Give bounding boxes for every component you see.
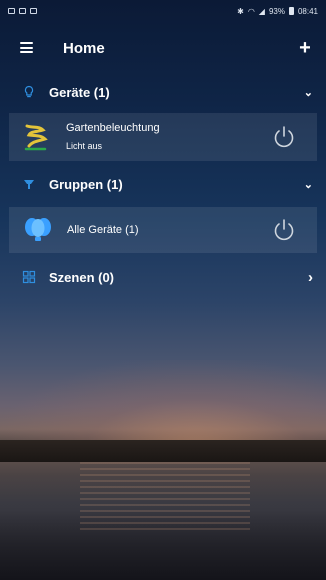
device-row[interactable]: Gartenbeleuchtung Licht aus bbox=[9, 113, 317, 161]
app-screen: ✱ ◠ ◢ 93% 08:41 Home + Geräte (1) ⌄ Gart… bbox=[0, 0, 326, 580]
battery-icon bbox=[288, 7, 294, 15]
power-icon[interactable] bbox=[271, 217, 297, 243]
app-bar: Home + bbox=[0, 30, 326, 68]
notification-icon bbox=[19, 8, 26, 14]
section-groups-header[interactable]: Gruppen (1) ⌄ bbox=[0, 169, 326, 199]
add-button[interactable]: + bbox=[292, 35, 318, 61]
garden-light-icon bbox=[24, 124, 48, 151]
bluetooth-icon: ✱ bbox=[237, 6, 244, 16]
device-name: Gartenbeleuchtung bbox=[66, 122, 160, 134]
wifi-icon: ◠ bbox=[247, 6, 255, 16]
section-groups-label: Gruppen (1) bbox=[49, 176, 123, 192]
bulbs-icon bbox=[25, 218, 51, 241]
grid-icon bbox=[22, 270, 36, 284]
group-row[interactable]: Alle Geräte (1) bbox=[9, 207, 317, 253]
status-bar-system: ✱ ◠ ◢ 93% 08:41 bbox=[237, 7, 318, 16]
chevron-down-icon[interactable]: ⌄ bbox=[304, 178, 313, 191]
chevron-down-icon[interactable]: ⌄ bbox=[304, 86, 313, 99]
section-scenes-label: Szenen (0) bbox=[49, 269, 115, 285]
power-icon[interactable] bbox=[271, 124, 297, 150]
notification-icon bbox=[8, 8, 15, 14]
menu-icon[interactable] bbox=[20, 42, 33, 53]
group-lights-icon bbox=[24, 180, 34, 189]
section-scenes-header[interactable]: Szenen (0) › bbox=[0, 262, 326, 292]
sunset-glow bbox=[0, 360, 326, 450]
group-name: Alle Geräte (1) bbox=[67, 224, 139, 236]
chevron-right-icon[interactable]: › bbox=[308, 269, 313, 286]
section-devices-header[interactable]: Geräte (1) ⌄ bbox=[0, 77, 326, 107]
device-status: Licht aus bbox=[66, 141, 103, 151]
shoreline bbox=[0, 440, 326, 462]
status-bar: ✱ ◠ ◢ 93% 08:41 bbox=[0, 0, 326, 22]
notification-icon bbox=[30, 8, 37, 14]
water-reflection bbox=[80, 462, 250, 532]
clock: 08:41 bbox=[297, 6, 318, 16]
page-title: Home bbox=[63, 40, 105, 57]
lightbulb-icon bbox=[24, 85, 34, 98]
status-bar-notifications bbox=[8, 8, 37, 14]
signal-icon: ◢ bbox=[258, 6, 265, 16]
section-devices-label: Geräte (1) bbox=[49, 84, 110, 100]
battery-percent: 93% bbox=[268, 6, 285, 16]
